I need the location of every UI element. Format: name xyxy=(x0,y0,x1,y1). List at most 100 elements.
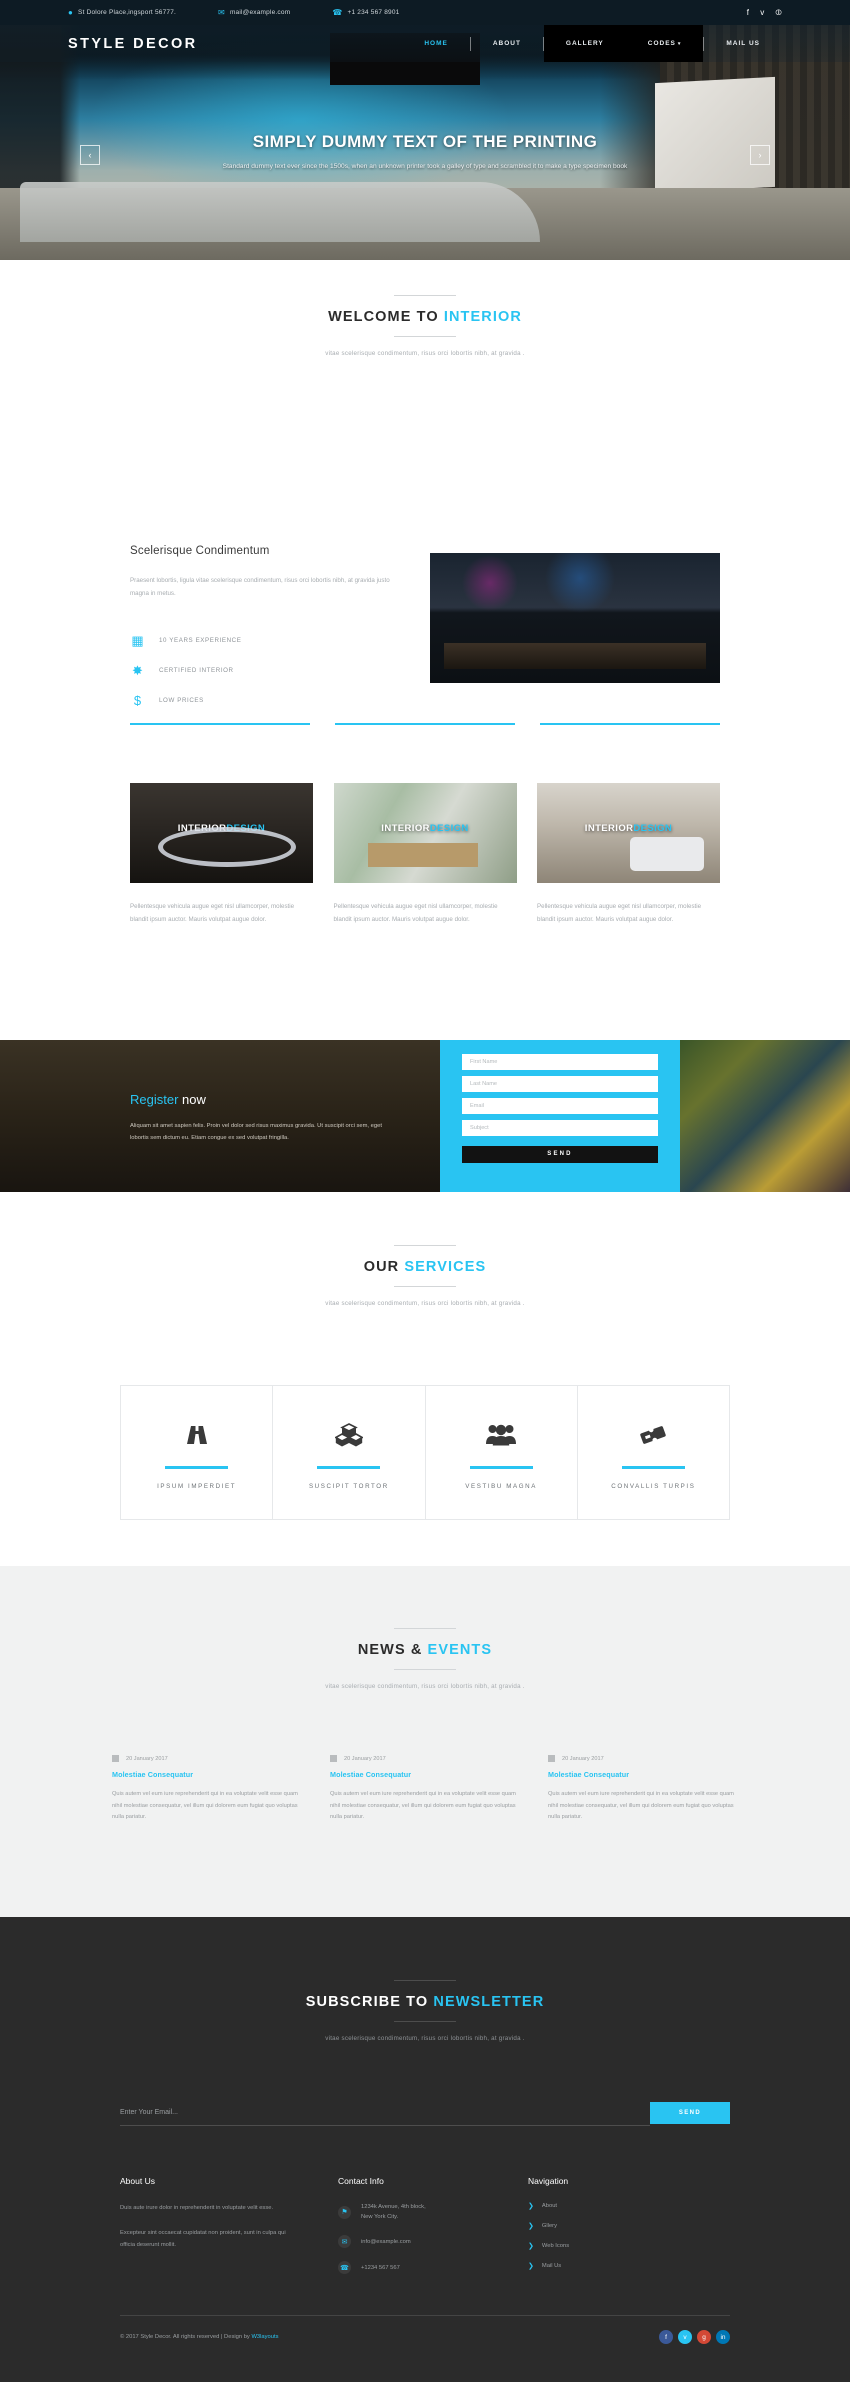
about-text-column: Scelerisque Condimentum Praesent loborti… xyxy=(130,545,430,723)
about-paragraph: Praesent lobortis, ligula vitae sceleris… xyxy=(130,577,390,598)
news-title-plain: NEWS & xyxy=(357,1642,428,1658)
footer-social-links: f ᴠ g in xyxy=(659,2330,730,2344)
welcome-title-plain: WELCOME TO xyxy=(328,309,444,325)
twitter-icon[interactable]: ᴠ xyxy=(678,2330,692,2344)
footer-contact-address: ⚑ 1234k Avenue, 4th block, New York City… xyxy=(338,2202,528,2222)
footer-nav-item-gallery[interactable]: ❯ Gllery xyxy=(528,2222,708,2230)
footer-nav-item-web-icons[interactable]: ❯ Web Icons xyxy=(528,2242,708,2250)
phone-icon: ☎ xyxy=(332,7,343,17)
subject-input[interactable]: Subject xyxy=(462,1120,658,1136)
divider-top xyxy=(394,1980,456,1981)
nav-item-gallery[interactable]: GALLERY xyxy=(543,25,626,62)
topbar-email[interactable]: ✉ mail@example.com xyxy=(218,8,290,17)
register-form: First Name Last Name Email Subject SEND xyxy=(440,1040,680,1192)
service-label: SUSCIPIT TORTOR xyxy=(308,1482,389,1490)
portfolio-card[interactable]: INTERIORDESIGN Pellentesque vehicula aug… xyxy=(333,783,517,926)
register-paragraph: Aliquam sit amet sapien felis. Proin vel… xyxy=(130,1123,382,1142)
news-meta: 20 January 2017 xyxy=(112,1755,302,1762)
welcome-section-header: WELCOME TO INTERIOR vitae scelerisque co… xyxy=(0,260,850,357)
site-logo[interactable]: STYLE DECOR xyxy=(68,36,198,52)
news-description: vitae scelerisque condimentum, risus orc… xyxy=(325,1683,525,1690)
topbar-address-text: St Dolore Place,ingsport 56777. xyxy=(78,9,177,16)
hero-table-decoration xyxy=(20,182,540,242)
topbar-social-links: f ᴠ ⦷ xyxy=(747,8,782,18)
topbar-phone[interactable]: ☎ +1 234 567 8901 xyxy=(332,7,399,17)
service-item-convallis-turpis[interactable]: CONVALLIS TURPIS xyxy=(578,1386,729,1519)
footer-address-text: 1234k Avenue, 4th block, New York City. xyxy=(361,2204,426,2221)
service-accent-bar xyxy=(317,1466,381,1469)
footer-nav-label: Gllery xyxy=(541,2223,558,2229)
services-description: vitae scelerisque condimentum, risus orc… xyxy=(325,1300,525,1307)
newsletter-form: Enter Your Email... SEND xyxy=(120,2100,730,2126)
news-title-link[interactable]: Molestiae Consequatur xyxy=(112,1770,302,1779)
news-text: Quis autem vel eum iure reprehenderit qu… xyxy=(112,1791,298,1821)
portfolio-card[interactable]: INTERIORDESIGN Pellentesque vehicula aug… xyxy=(537,783,720,926)
phone-icon: ☎ xyxy=(338,2261,351,2275)
newsletter-send-button[interactable]: SEND xyxy=(650,2102,730,2124)
portfolio-card[interactable]: INTERIORDESIGN Pellentesque vehicula aug… xyxy=(130,783,313,926)
hero-caption: SIMPLY DUMMY TEXT OF THE PRINTING Standa… xyxy=(0,132,850,173)
portfolio-card-text: Pellentesque vehicula augue eget nisl ul… xyxy=(537,903,702,923)
news-title-link[interactable]: Molestiae Consequatur xyxy=(548,1770,738,1779)
first-name-input[interactable]: First Name xyxy=(462,1054,658,1070)
portfolio-card-image: INTERIORDESIGN xyxy=(537,783,720,883)
nav-menu: HOME ABOUT GALLERY CODES ▾ MAIL US xyxy=(402,25,782,62)
news-title-link[interactable]: Molestiae Consequatur xyxy=(330,1770,520,1779)
google-plus-icon[interactable]: g xyxy=(697,2330,711,2344)
road-icon xyxy=(184,1415,210,1455)
feature-item-certified: ✸ CERTIFIED INTERIOR xyxy=(130,663,408,678)
footer-about-p1: Duis aute irure dolor in reprehenderit i… xyxy=(120,2205,274,2211)
nav-item-mail-us[interactable]: MAIL US xyxy=(704,25,782,62)
last-name-input[interactable]: Last Name xyxy=(462,1076,658,1092)
services-title: OUR SERVICES xyxy=(0,1259,850,1275)
nav-item-about[interactable]: ABOUT xyxy=(471,25,543,62)
news-date: 20 January 2017 xyxy=(344,1755,386,1762)
register-send-button[interactable]: SEND xyxy=(462,1145,658,1163)
footer-contact-email[interactable]: ✉ info@example.com xyxy=(338,2235,528,2249)
service-accent-bar xyxy=(469,1466,533,1469)
about-section: Scelerisque Condimentum Praesent loborti… xyxy=(0,545,850,723)
register-background-right xyxy=(680,1040,850,1192)
label-plain: INTERIOR xyxy=(584,823,634,834)
calendar-icon xyxy=(330,1755,337,1762)
register-heading: Register now xyxy=(130,1092,390,1107)
facebook-icon[interactable]: f xyxy=(747,8,749,18)
copyright-link[interactable]: W3layouts xyxy=(251,2334,278,2340)
portfolio-card-label: INTERIORDESIGN xyxy=(537,823,720,834)
nav-item-codes[interactable]: CODES ▾ xyxy=(625,25,704,62)
footer-navigation-column: Navigation ❯ About ❯ Gllery ❯ Web Icons … xyxy=(528,2176,708,2287)
news-date: 20 January 2017 xyxy=(126,1755,168,1762)
footer-bottom-bar: © 2017 Style Decor. All rights reserved … xyxy=(120,2330,730,2344)
facebook-icon[interactable]: f xyxy=(659,2330,673,2344)
label-highlight: DESIGN xyxy=(633,823,673,834)
email-input[interactable]: Email xyxy=(462,1098,658,1114)
footer-divider xyxy=(120,2315,730,2316)
footer-nav-item-about[interactable]: ❯ About xyxy=(528,2202,708,2210)
copyright-plain: © 2017 Style Decor. All rights reserved … xyxy=(120,2334,252,2340)
divider-top xyxy=(394,295,456,296)
service-label: CONVALLIS TURPIS xyxy=(611,1482,696,1490)
portfolio-card-text: Pellentesque vehicula augue eget nisl ul… xyxy=(333,903,498,923)
service-item-ipsum-imperdiet[interactable]: IPSUM IMPERDIET xyxy=(121,1386,274,1519)
nav-item-home[interactable]: HOME xyxy=(402,25,470,62)
label-plain: INTERIOR xyxy=(381,823,430,834)
nav-item-codes-label: CODES xyxy=(647,40,676,47)
hero-title: SIMPLY DUMMY TEXT OF THE PRINTING xyxy=(252,132,598,151)
service-item-vestibu-magna[interactable]: VESTIBU MAGNA xyxy=(426,1386,578,1519)
about-feature-list: ▦ 10 YEARS EXPERIENCE ✸ CERTIFIED INTERI… xyxy=(130,633,408,708)
footer-contact-phone[interactable]: ☎ +1234 567 567 xyxy=(338,2261,528,2275)
services-section-header: OUR SERVICES vitae scelerisque condiment… xyxy=(0,1245,850,1307)
chevron-right-icon: ❯ xyxy=(528,2223,534,2230)
newsletter-email-input[interactable]: Enter Your Email... xyxy=(120,2100,650,2126)
rss-icon[interactable]: ⦷ xyxy=(775,8,782,18)
ticket-icon xyxy=(639,1415,667,1455)
service-item-suscipit-tortor[interactable]: SUSCIPIT TORTOR xyxy=(273,1386,426,1519)
footer-navigation-heading: Navigation xyxy=(528,2176,569,2186)
feature-label: 10 YEARS EXPERIENCE xyxy=(159,637,242,645)
footer-contact-column: Contact Info ⚑ 1234k Avenue, 4th block, … xyxy=(338,2176,528,2287)
linkedin-icon[interactable]: in xyxy=(716,2330,730,2344)
divider-bottom xyxy=(394,1669,456,1670)
footer-nav-item-mail-us[interactable]: ❯ Mail Us xyxy=(528,2262,708,2270)
divider-bottom xyxy=(394,2021,456,2022)
twitter-icon[interactable]: ᴠ xyxy=(760,8,764,18)
